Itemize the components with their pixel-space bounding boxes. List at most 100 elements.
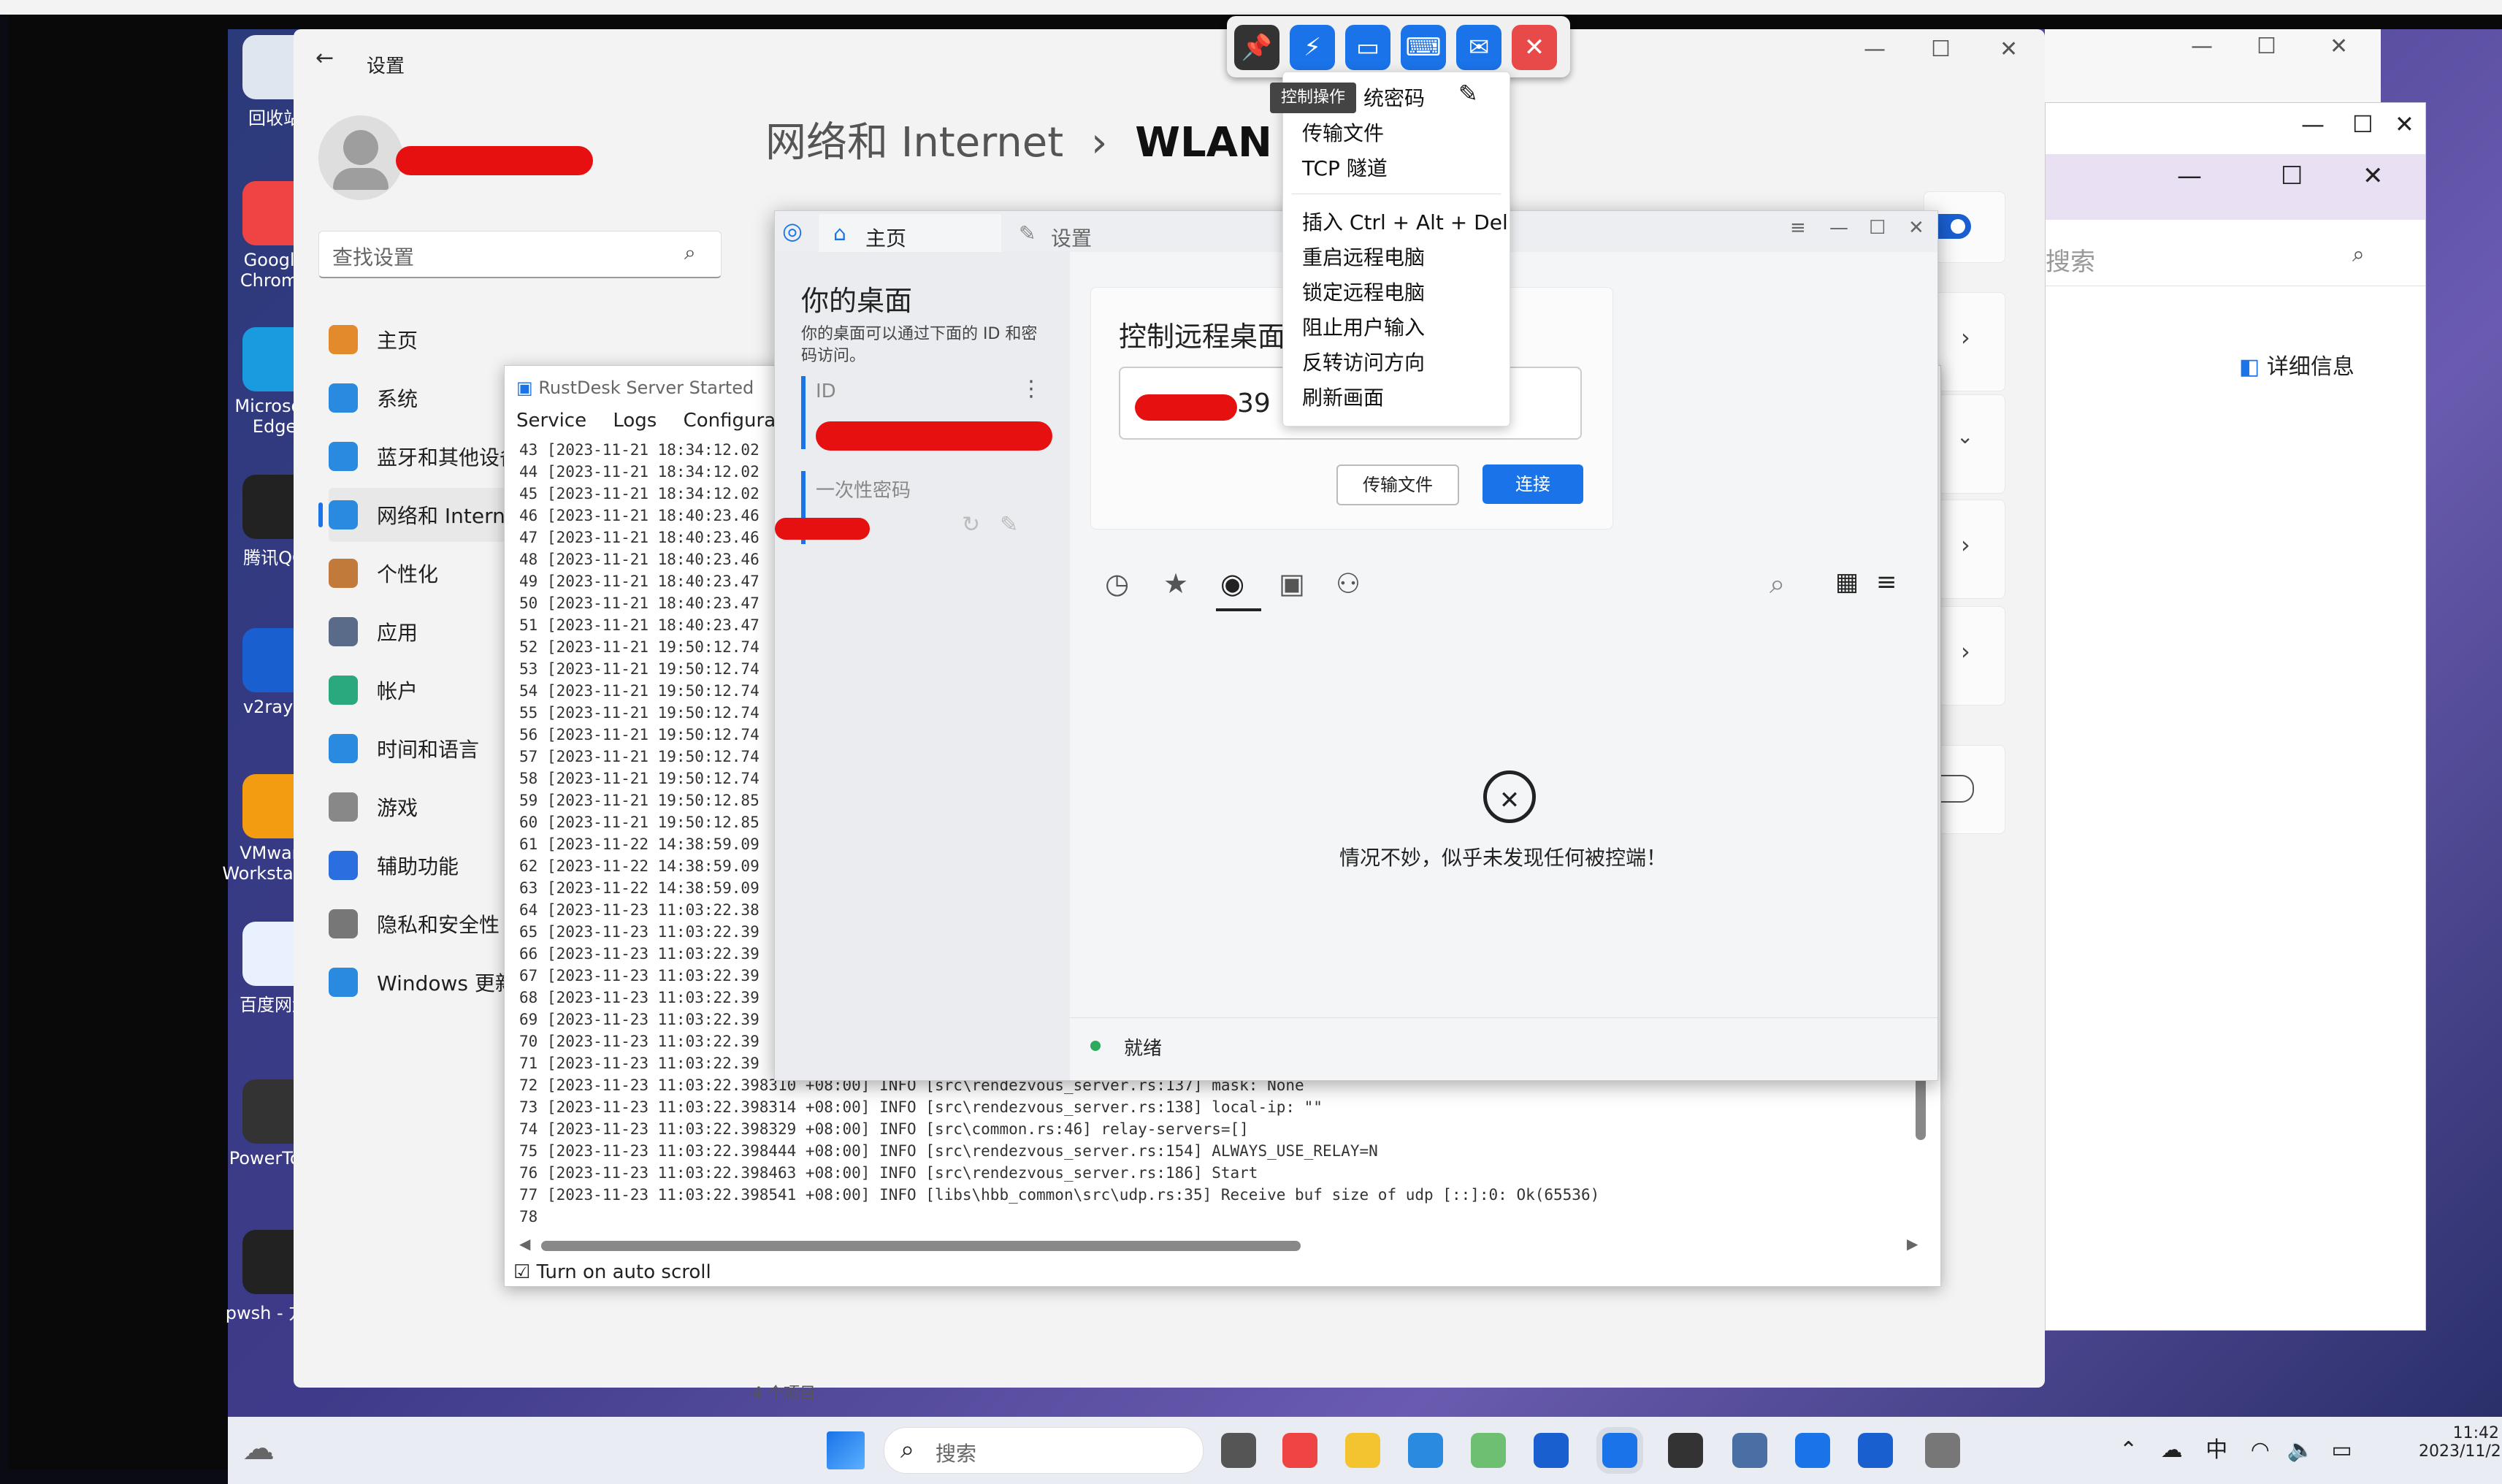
close-icon[interactable]: ✕	[2000, 37, 2018, 62]
maximize-icon[interactable]: ☐	[2257, 34, 2276, 59]
taskbar-mail-icon[interactable]	[1534, 1433, 1569, 1468]
taskbar-app-extra-icon[interactable]	[1858, 1433, 1893, 1468]
personalization-icon	[329, 559, 358, 588]
menu-item-refresh[interactable]: 刷新画面	[1302, 382, 1384, 411]
minimize-icon[interactable]: —	[2177, 161, 2202, 191]
accounts-icon	[329, 676, 358, 705]
edit-icon[interactable]: ✎	[1458, 80, 1478, 107]
taskbar-rustdesk-server-icon[interactable]	[1795, 1433, 1830, 1468]
sidebar-item-label: 应用	[377, 621, 418, 645]
menu-item-switch-sides[interactable]: 反转访问方向	[1302, 347, 1425, 376]
close-icon[interactable]: ✕	[2395, 110, 2414, 138]
menu-service[interactable]: Service	[516, 410, 586, 432]
transfer-file-button[interactable]: 传输文件	[1336, 464, 1459, 505]
search-input[interactable]: 搜索	[2046, 242, 2095, 278]
close-icon[interactable]: ✕	[2330, 34, 2348, 59]
close-icon[interactable]: ✕	[2363, 161, 2384, 191]
edit-icon[interactable]: ✎	[1000, 512, 1018, 538]
search-icon[interactable]: ⌕	[2352, 242, 2365, 267]
scrollbar-thumb[interactable]	[541, 1241, 1301, 1251]
horizontal-scrollbar[interactable]: ◀ ▶	[519, 1235, 1921, 1257]
grid-view-icon[interactable]: ▦	[1835, 567, 1859, 597]
sidebar-item-label: 帐户	[377, 679, 418, 703]
search-input[interactable]: 查找设置	[332, 242, 414, 271]
minimize-icon[interactable]: —	[1864, 37, 1886, 62]
close-icon[interactable]: ✕	[1512, 25, 1557, 70]
maximize-icon[interactable]: ☐	[1869, 217, 1886, 239]
taskbar-search[interactable]: ⌕ 搜索	[884, 1427, 1204, 1474]
menu-icon[interactable]: ≡	[1790, 217, 1806, 239]
redaction-mark	[816, 421, 1052, 451]
volume-icon[interactable]: 🔈	[2287, 1437, 2314, 1463]
avatar	[318, 115, 403, 200]
monitor-icon[interactable]: ▭	[1345, 25, 1390, 70]
keyboard-icon[interactable]: ⌨	[1401, 25, 1446, 70]
taskbar-rustdesk-icon[interactable]	[1602, 1433, 1637, 1468]
explorer-search[interactable]: 搜索 ⌕	[2046, 227, 2425, 286]
more-vertical-icon[interactable]: ⋮	[1020, 376, 1042, 402]
sidebar-item-home[interactable]: 主页	[329, 313, 635, 367]
maximize-icon[interactable]: ☐	[2352, 110, 2373, 138]
chevron-up-icon[interactable]: ⌃	[2119, 1437, 2138, 1463]
taskbar-photos-icon[interactable]	[1732, 1433, 1767, 1468]
taskbar-chrome-icon[interactable]	[1282, 1433, 1317, 1468]
settings-search[interactable]: 查找设置 ⌕	[318, 231, 722, 278]
tab-settings[interactable]: ✎ 设置	[1004, 214, 1150, 252]
checkbox-checked-icon[interactable]: ☑	[513, 1261, 530, 1283]
bolt-icon[interactable]: ⚡	[1290, 25, 1335, 70]
scroll-right-icon[interactable]: ▶	[1907, 1235, 1918, 1252]
taskbar-task-view-icon[interactable]	[1221, 1433, 1256, 1468]
maximize-icon[interactable]: ☐	[2281, 161, 2303, 191]
menu-item-block-input[interactable]: 阻止用户输入	[1302, 312, 1425, 341]
sidebar-item-label: 个性化	[377, 562, 439, 586]
tooltip: 控制操作	[1270, 83, 1356, 113]
id-label: ID	[816, 380, 836, 402]
menu-logs[interactable]: Logs	[613, 410, 657, 432]
battery-icon[interactable]: ▭	[2331, 1437, 2352, 1463]
taskbar-terminal-icon[interactable]	[1668, 1433, 1703, 1468]
wifi-icon[interactable]: ◠	[2251, 1437, 2270, 1463]
chat-icon[interactable]: ✉	[1456, 25, 1501, 70]
search-icon[interactable]: ⌕	[684, 240, 696, 265]
ime-indicator[interactable]: 中	[2205, 1437, 2227, 1463]
clock[interactable]: 11:42 2023/11/23	[2419, 1424, 2502, 1461]
minimize-icon[interactable]: —	[2301, 110, 2325, 138]
recent-icon[interactable]: ◷	[1105, 567, 1129, 600]
scroll-left-icon[interactable]: ◀	[519, 1235, 530, 1252]
menu-item-ctrl-alt-del[interactable]: 插入 Ctrl + Alt + Del	[1302, 207, 1508, 236]
menu-item-lock[interactable]: 锁定远程电脑	[1302, 277, 1425, 306]
taskbar-settings-icon[interactable]	[1925, 1433, 1960, 1468]
group-icon[interactable]: ⚇	[1336, 567, 1361, 600]
taskbar-file-explorer-icon[interactable]	[1345, 1433, 1380, 1468]
connect-button[interactable]: 连接	[1483, 464, 1583, 504]
minimize-icon[interactable]: —	[1829, 217, 1848, 239]
menu-item-tcp-tunnel[interactable]: TCP 隧道	[1302, 153, 1388, 182]
start-icon[interactable]	[827, 1431, 865, 1469]
breadcrumb-parent[interactable]: 网络和 Internet	[765, 119, 1063, 167]
gaming-icon	[329, 792, 358, 822]
empty-message: 情况不妙，似乎未发现任何被控端！	[1339, 846, 1667, 870]
cloud-icon[interactable]: ☁	[2161, 1437, 2183, 1463]
auto-scroll-checkbox[interactable]: ☑ Turn on auto scroll	[513, 1261, 711, 1283]
menu-item-restart[interactable]: 重启远程电脑	[1302, 242, 1425, 271]
star-icon[interactable]: ★	[1163, 567, 1188, 600]
discover-icon[interactable]: ◉	[1220, 567, 1244, 600]
taskbar-store-icon[interactable]	[1408, 1433, 1443, 1468]
back-icon[interactable]: ←	[315, 45, 334, 71]
minimize-icon[interactable]: —	[2191, 34, 2213, 59]
sidebar-item-label: 隐私和安全性	[377, 913, 500, 937]
taskbar-copilot-icon[interactable]	[1471, 1433, 1506, 1468]
address-book-icon[interactable]: ▣	[1279, 567, 1305, 600]
close-icon[interactable]: ✕	[1908, 217, 1924, 239]
pin-icon[interactable]: 📌	[1234, 25, 1279, 70]
refresh-icon[interactable]: ↻	[962, 512, 980, 538]
sort-icon[interactable]: ≡	[1876, 567, 1897, 597]
menu-item-transfer-file[interactable]: 传输文件	[1302, 118, 1384, 147]
maximize-icon[interactable]: ☐	[1931, 37, 1951, 62]
tab-home[interactable]: ⌂ 主页	[819, 214, 1001, 252]
search-icon[interactable]: ⌕	[1770, 567, 1785, 600]
weather-icon[interactable]: ☁	[242, 1430, 275, 1467]
details-button[interactable]: ◧ 详细信息	[2239, 348, 2354, 380]
chevron-right-icon: ›	[1090, 119, 1108, 167]
menu-item-os-password[interactable]: 统密码	[1363, 83, 1425, 112]
